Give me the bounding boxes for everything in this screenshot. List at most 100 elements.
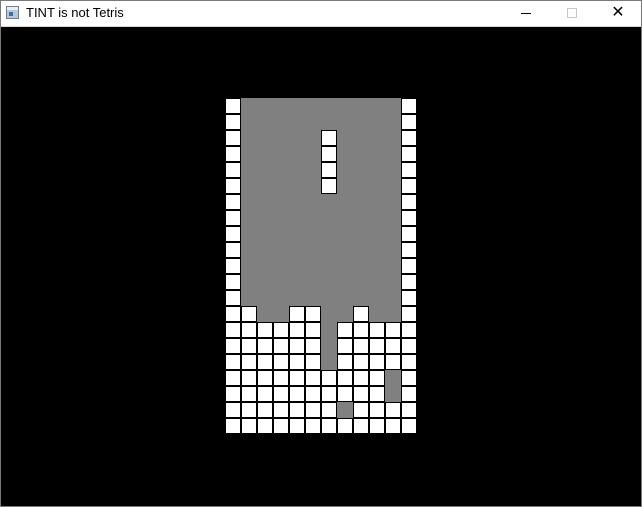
block-cell — [321, 418, 337, 434]
empty-cell — [257, 306, 273, 322]
block-cell — [321, 178, 337, 194]
app-window: TINT is not Tetris ✕ — [0, 0, 642, 507]
empty-cell — [369, 130, 385, 146]
empty-cell — [241, 274, 257, 290]
close-icon: ✕ — [611, 4, 625, 21]
empty-cell — [369, 162, 385, 178]
wall-block — [225, 194, 241, 210]
empty-cell — [305, 130, 321, 146]
wall-block — [401, 242, 417, 258]
maximize-button — [549, 1, 595, 26]
empty-cell — [241, 242, 257, 258]
wall-block — [225, 370, 241, 386]
empty-cell — [353, 146, 369, 162]
empty-cell — [273, 226, 289, 242]
empty-cell — [257, 162, 273, 178]
maximize-icon — [567, 8, 577, 18]
empty-cell — [241, 178, 257, 194]
wall-block — [401, 130, 417, 146]
empty-cell — [241, 258, 257, 274]
close-button[interactable]: ✕ — [595, 1, 641, 26]
app-window-icon[interactable] — [6, 6, 19, 19]
empty-cell — [273, 210, 289, 226]
empty-cell — [273, 98, 289, 114]
empty-cell — [353, 130, 369, 146]
empty-cell — [257, 242, 273, 258]
empty-cell — [353, 98, 369, 114]
block-cell — [353, 418, 369, 434]
empty-cell — [385, 98, 401, 114]
block-cell — [321, 146, 337, 162]
empty-cell — [257, 194, 273, 210]
empty-cell — [273, 306, 289, 322]
wall-block — [401, 194, 417, 210]
block-cell — [305, 322, 321, 338]
wall-block — [401, 338, 417, 354]
wall-block — [225, 402, 241, 418]
empty-cell — [385, 370, 401, 386]
block-cell — [273, 418, 289, 434]
block-cell — [241, 370, 257, 386]
wall-block — [225, 130, 241, 146]
empty-cell — [337, 242, 353, 258]
empty-cell — [289, 258, 305, 274]
block-cell — [385, 402, 401, 418]
block-cell — [273, 402, 289, 418]
wall-block — [225, 418, 241, 434]
block-cell — [369, 338, 385, 354]
block-cell — [353, 354, 369, 370]
block-cell — [273, 322, 289, 338]
empty-cell — [337, 258, 353, 274]
wall-block — [225, 98, 241, 114]
wall-block — [401, 98, 417, 114]
empty-cell — [305, 194, 321, 210]
empty-cell — [337, 402, 353, 418]
wall-block — [401, 354, 417, 370]
title-bar[interactable]: TINT is not Tetris ✕ — [1, 1, 641, 27]
empty-cell — [337, 274, 353, 290]
block-cell — [353, 322, 369, 338]
empty-cell — [273, 274, 289, 290]
empty-cell — [369, 258, 385, 274]
empty-cell — [241, 146, 257, 162]
game-canvas[interactable] — [1, 27, 641, 506]
minimize-button[interactable] — [503, 1, 549, 26]
empty-cell — [337, 114, 353, 130]
empty-cell — [305, 98, 321, 114]
empty-cell — [273, 242, 289, 258]
wall-block — [225, 242, 241, 258]
empty-cell — [385, 274, 401, 290]
empty-cell — [369, 210, 385, 226]
empty-cell — [353, 226, 369, 242]
empty-cell — [369, 290, 385, 306]
block-cell — [257, 354, 273, 370]
block-cell — [241, 418, 257, 434]
block-cell — [305, 370, 321, 386]
empty-cell — [337, 178, 353, 194]
block-cell — [337, 322, 353, 338]
empty-cell — [289, 290, 305, 306]
empty-cell — [257, 258, 273, 274]
block-cell — [337, 338, 353, 354]
wall-block — [401, 322, 417, 338]
empty-cell — [257, 130, 273, 146]
empty-cell — [257, 114, 273, 130]
block-cell — [289, 402, 305, 418]
empty-cell — [385, 162, 401, 178]
wall-block — [401, 274, 417, 290]
empty-cell — [321, 194, 337, 210]
block-cell — [353, 338, 369, 354]
empty-cell — [353, 194, 369, 210]
wall-block — [401, 386, 417, 402]
empty-cell — [353, 114, 369, 130]
wall-block — [401, 258, 417, 274]
empty-cell — [385, 146, 401, 162]
block-cell — [337, 386, 353, 402]
empty-cell — [321, 210, 337, 226]
wall-block — [401, 178, 417, 194]
empty-cell — [273, 194, 289, 210]
tetris-board — [225, 98, 417, 434]
empty-cell — [241, 162, 257, 178]
block-cell — [289, 338, 305, 354]
wall-block — [225, 226, 241, 242]
